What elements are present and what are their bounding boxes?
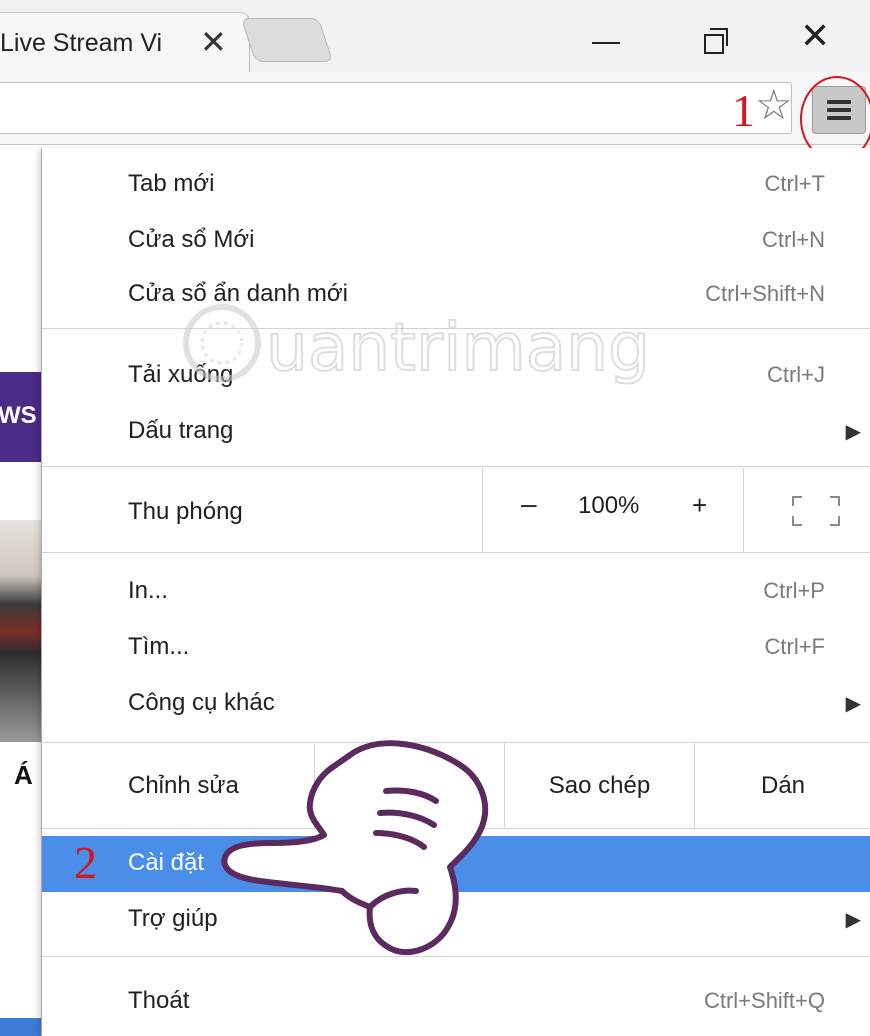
menu-item-print[interactable]: In... Ctrl+P bbox=[42, 564, 870, 620]
submenu-arrow-icon: ▶ bbox=[845, 693, 861, 715]
menu-item-new-tab[interactable]: Tab mới Ctrl+T bbox=[42, 157, 870, 213]
menu-separator bbox=[42, 828, 870, 829]
minimize-button[interactable] bbox=[580, 10, 640, 60]
zoom-label: Thu phóng bbox=[128, 498, 243, 525]
fullscreen-icon[interactable] bbox=[744, 468, 870, 552]
page-photo bbox=[0, 520, 42, 742]
zoom-row: Thu phóng – 100% + bbox=[42, 468, 870, 552]
menu-separator bbox=[42, 466, 870, 467]
zoom-in-button[interactable]: + bbox=[658, 468, 744, 552]
paste-button[interactable]: Dán bbox=[694, 742, 870, 828]
menu-item-help[interactable]: Trợ giúp ▶ bbox=[42, 892, 870, 948]
step-2-annotation: 2 bbox=[74, 837, 97, 888]
title-bar: Live Stream Vi ✕ ✕ bbox=[0, 0, 870, 72]
restore-button[interactable] bbox=[690, 10, 750, 60]
page-bottom-fragment bbox=[0, 1018, 42, 1036]
submenu-arrow-icon: ▶ bbox=[845, 909, 861, 931]
page-banner: WS bbox=[0, 372, 42, 462]
menu-separator bbox=[42, 552, 870, 553]
menu-item-more-tools[interactable]: Công cụ khác ▶ bbox=[42, 676, 870, 732]
tab-close-icon[interactable]: ✕ bbox=[200, 23, 227, 61]
menu-item-exit[interactable]: Thoát Ctrl+Shift+Q bbox=[42, 974, 870, 1030]
page-text-fragment: Á bbox=[14, 760, 33, 790]
menu-item-downloads[interactable]: Tải xuống Ctrl+J bbox=[42, 348, 870, 404]
zoom-level: 100% bbox=[578, 492, 640, 519]
menu-item-new-window[interactable]: Cửa sổ Mới Ctrl+N bbox=[42, 213, 870, 269]
zoom-out-button[interactable]: – bbox=[482, 468, 572, 552]
minimize-icon bbox=[592, 42, 620, 44]
menu-item-incognito-window[interactable]: Cửa sổ ẩn danh mới Ctrl+Shift+N bbox=[42, 267, 870, 323]
menu-item-find[interactable]: Tìm... Ctrl+F bbox=[42, 620, 870, 676]
step-1-annotation: 1 bbox=[732, 85, 755, 136]
chrome-menu-button[interactable] bbox=[812, 86, 866, 134]
address-bar[interactable] bbox=[0, 82, 792, 134]
menu-item-settings[interactable]: Cài đặt bbox=[42, 836, 870, 892]
tab-title: Live Stream Vi bbox=[0, 29, 163, 57]
menu-separator bbox=[42, 956, 870, 957]
menu-item-bookmarks[interactable]: Dấu trang ▶ bbox=[42, 404, 870, 460]
edit-row: Chỉnh sửa Sao chép Dán bbox=[42, 742, 870, 828]
cut-button[interactable] bbox=[314, 742, 504, 828]
close-icon: ✕ bbox=[800, 16, 831, 57]
window-close-button[interactable]: ✕ bbox=[790, 10, 850, 60]
submenu-arrow-icon: ▶ bbox=[845, 421, 861, 443]
copy-button[interactable]: Sao chép bbox=[504, 742, 694, 828]
edit-label: Chỉnh sửa bbox=[128, 772, 239, 799]
bookmark-star-icon[interactable]: ☆ bbox=[755, 84, 793, 126]
new-tab-button[interactable] bbox=[240, 18, 334, 62]
chrome-menu: Tab mới Ctrl+T Cửa sổ Mới Ctrl+N Cửa sổ … bbox=[41, 148, 870, 1036]
menu-separator bbox=[42, 328, 870, 329]
browser-tab[interactable]: Live Stream Vi ✕ bbox=[0, 12, 250, 72]
